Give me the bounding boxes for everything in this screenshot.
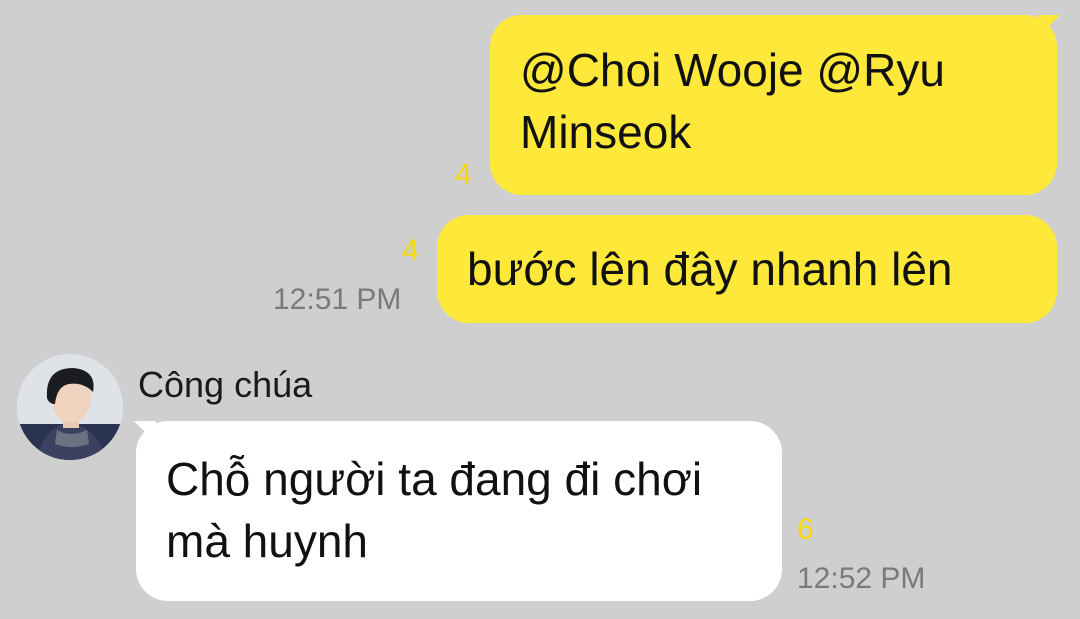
message-text: @Choi Wooje @Ryu Minseok: [520, 44, 945, 158]
bubble-tail: [1038, 15, 1060, 37]
message-timestamp: 12:52 PM: [797, 562, 926, 595]
unread-count: 4: [455, 158, 472, 191]
unread-count: 6: [797, 513, 814, 546]
unread-count: 4: [402, 234, 419, 267]
bubble-tail: [134, 421, 156, 443]
avatar-photo-icon: [17, 354, 123, 460]
outgoing-message-bubble[interactable]: @Choi Wooje @Ryu Minseok: [490, 15, 1057, 195]
chat-conversation: @Choi Wooje @Ryu Minseok 4 bước lên đây …: [0, 0, 1080, 619]
message-text: Chỗ người ta đang đi chơi mà huynh: [166, 453, 703, 567]
sender-name: Công chúa: [138, 364, 313, 405]
sender-avatar[interactable]: [17, 354, 123, 460]
message-text: bước lên đây nhanh lên: [467, 243, 953, 295]
outgoing-message-bubble[interactable]: bước lên đây nhanh lên: [437, 215, 1057, 323]
message-timestamp: 12:51 PM: [273, 283, 402, 316]
incoming-message-bubble[interactable]: Chỗ người ta đang đi chơi mà huynh: [136, 421, 782, 601]
